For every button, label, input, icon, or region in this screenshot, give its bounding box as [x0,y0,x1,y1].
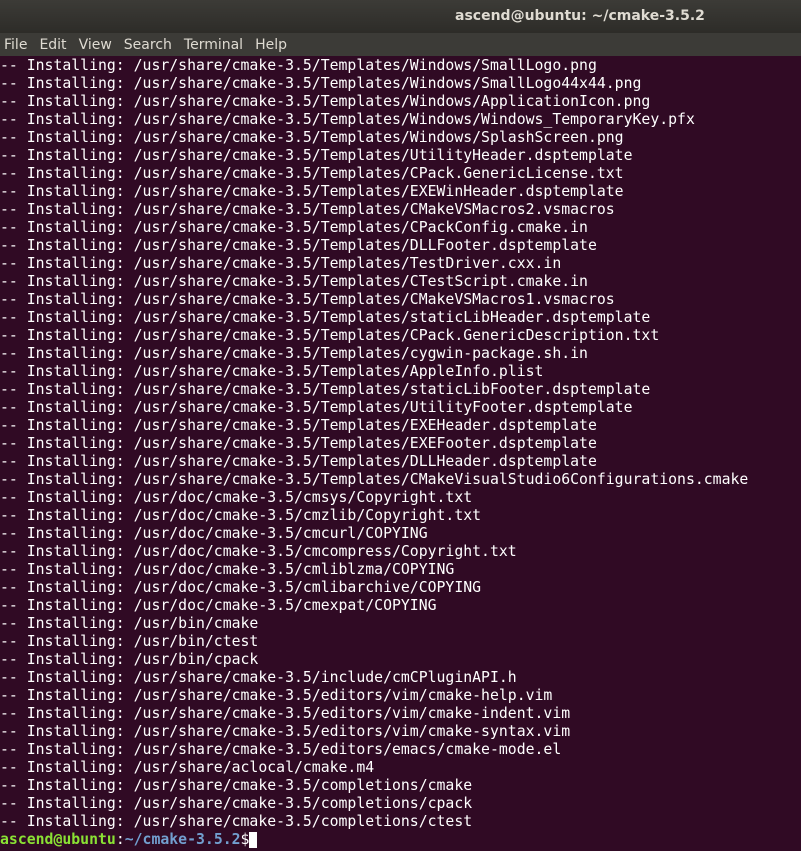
output-line: -- Installing: /usr/doc/cmake-3.5/cmexpa… [0,597,437,614]
output-line: -- Installing: /usr/share/cmake-3.5/Temp… [0,435,597,452]
output-line: -- Installing: /usr/doc/cmake-3.5/cmzlib… [0,507,482,524]
output-line: -- Installing: /usr/doc/cmake-3.5/cmcurl… [0,525,428,542]
output-line: -- Installing: /usr/share/cmake-3.5/Temp… [0,93,651,110]
output-line: -- Installing: /usr/share/cmake-3.5/Temp… [0,327,660,344]
output-line: -- Installing: /usr/share/cmake-3.5/comp… [0,813,473,830]
output-line: -- Installing: /usr/share/cmake-3.5/Temp… [0,453,597,470]
menu-file[interactable]: File [0,37,35,53]
output-line: -- Installing: /usr/bin/ctest [0,633,259,650]
output-line: -- Installing: /usr/share/cmake-3.5/Temp… [0,237,597,254]
output-line: -- Installing: /usr/share/cmake-3.5/Temp… [0,417,597,434]
window-title: ascend@ubuntu: ~/cmake-3.5.2 [455,8,705,24]
output-line: -- Installing: /usr/share/cmake-3.5/Temp… [0,309,651,326]
output-line: -- Installing: /usr/share/cmake-3.5/Temp… [0,57,597,74]
menu-search[interactable]: Search [120,37,180,53]
prompt-separator: : [115,831,125,848]
output-line: -- Installing: /usr/share/cmake-3.5/Temp… [0,291,615,308]
menu-bar: File Edit View Search Terminal Help [0,33,801,56]
output-line: -- Installing: /usr/share/cmake-3.5/Temp… [0,399,633,416]
output-line: -- Installing: /usr/share/cmake-3.5/Temp… [0,129,624,146]
output-line: -- Installing: /usr/share/cmake-3.5/Temp… [0,345,588,362]
output-line: -- Installing: /usr/share/cmake-3.5/Temp… [0,273,588,290]
output-line: -- Installing: /usr/share/cmake-3.5/Temp… [0,381,651,398]
terminal-output[interactable]: -- Installing: /usr/share/cmake-3.5/Temp… [0,57,801,851]
terminal-cursor [249,832,258,848]
output-line: -- Installing: /usr/bin/cmake [0,615,259,632]
output-line: -- Installing: /usr/share/cmake-3.5/incl… [0,669,517,686]
output-line: -- Installing: /usr/doc/cmake-3.5/cmsys/… [0,489,473,506]
window-titlebar[interactable]: ascend@ubuntu: ~/cmake-3.5.2 [0,0,801,33]
output-line: -- Installing: /usr/share/cmake-3.5/Temp… [0,165,624,182]
output-line: -- Installing: /usr/share/cmake-3.5/Temp… [0,255,562,272]
output-line: -- Installing: /usr/share/cmake-3.5/edit… [0,741,562,758]
output-line: -- Installing: /usr/share/aclocal/cmake.… [0,759,375,776]
output-line: -- Installing: /usr/bin/cpack [0,651,259,668]
prompt-user-host: ascend@ubuntu [0,831,116,848]
output-line: -- Installing: /usr/share/cmake-3.5/comp… [0,795,473,812]
output-line: -- Installing: /usr/doc/cmake-3.5/cmlibl… [0,561,455,578]
output-line: -- Installing: /usr/doc/cmake-3.5/cmliba… [0,579,482,596]
menu-terminal[interactable]: Terminal [180,37,251,53]
output-line: -- Installing: /usr/share/cmake-3.5/comp… [0,777,473,794]
output-line: -- Installing: /usr/share/cmake-3.5/Temp… [0,147,633,164]
prompt-symbol: $ [240,831,250,848]
output-line: -- Installing: /usr/share/cmake-3.5/Temp… [0,363,544,380]
output-line: -- Installing: /usr/share/cmake-3.5/Temp… [0,75,642,92]
output-line: -- Installing: /usr/share/cmake-3.5/Temp… [0,183,624,200]
prompt-path: ~/cmake-3.5.2 [124,831,241,848]
output-line: -- Installing: /usr/share/cmake-3.5/Temp… [0,201,615,218]
output-line: -- Installing: /usr/share/cmake-3.5/edit… [0,705,571,722]
output-line: -- Installing: /usr/share/cmake-3.5/edit… [0,723,571,740]
output-line: -- Installing: /usr/share/cmake-3.5/Temp… [0,219,588,236]
menu-view[interactable]: View [75,37,120,53]
menu-help[interactable]: Help [251,37,295,53]
output-line: -- Installing: /usr/share/cmake-3.5/Temp… [0,471,749,488]
menu-edit[interactable]: Edit [35,37,74,53]
output-line: -- Installing: /usr/share/cmake-3.5/edit… [0,687,553,704]
output-line: -- Installing: /usr/share/cmake-3.5/Temp… [0,111,695,128]
output-line: -- Installing: /usr/doc/cmake-3.5/cmcomp… [0,543,517,560]
prompt-line[interactable]: ascend@ubuntu:~/cmake-3.5.2$ [0,831,801,849]
